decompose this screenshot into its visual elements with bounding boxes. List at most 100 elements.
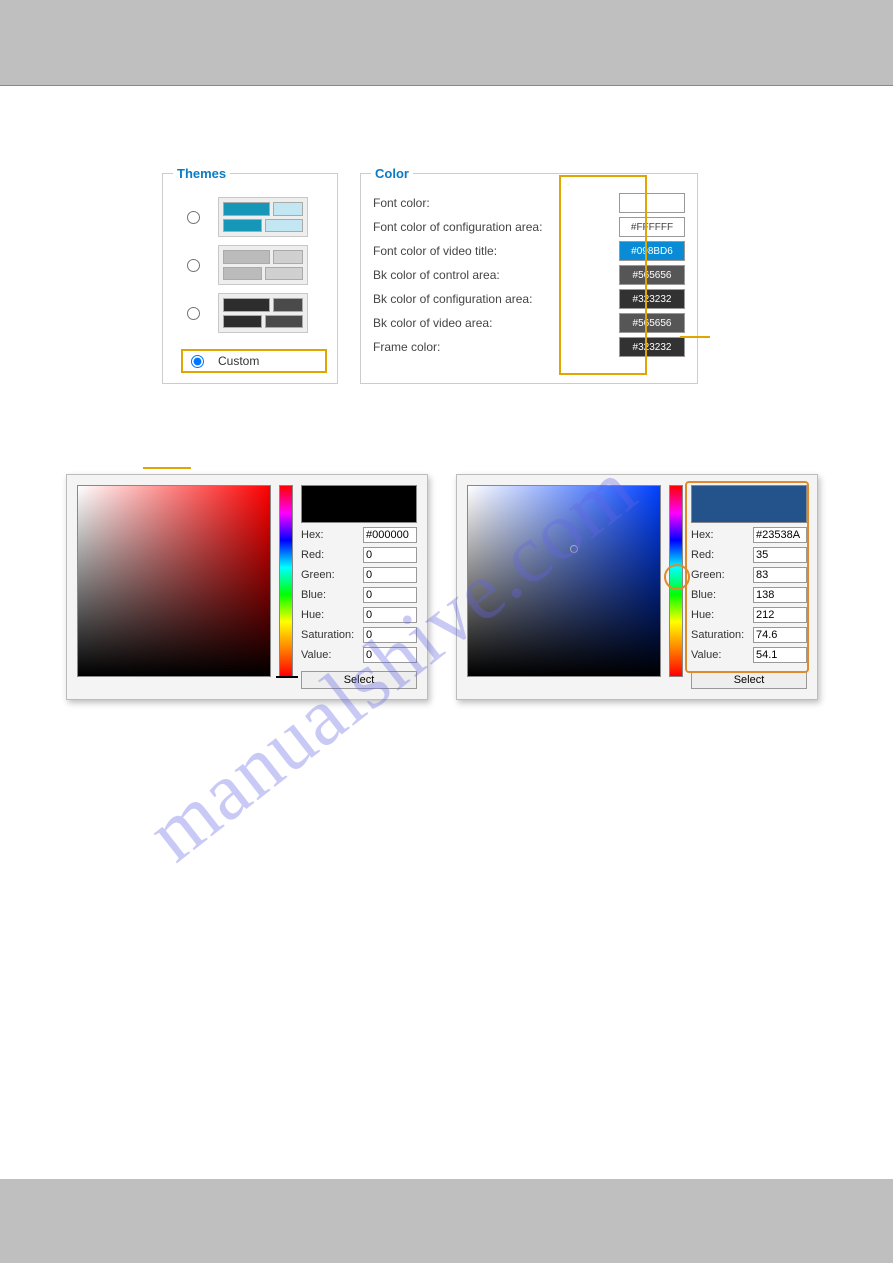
page-body: Themes <box>0 86 893 1179</box>
green-input[interactable] <box>753 567 807 583</box>
value-label: Value: <box>691 649 721 661</box>
color-row-bk-control: Bk color of control area: #565656 <box>371 265 687 285</box>
color-label: Bk color of configuration area: <box>373 292 532 306</box>
color-row-bk-config: Bk color of configuration area: #323232 <box>371 289 687 309</box>
green-label: Green: <box>301 569 335 581</box>
blue-input[interactable] <box>753 587 807 603</box>
saturation-input[interactable] <box>363 627 417 643</box>
color-row-font: Font color: <box>371 193 687 213</box>
color-label: Font color of video title: <box>373 244 497 258</box>
thumb-block <box>223 202 270 216</box>
color-row-font-config: Font color of configuration area: #FFFFF… <box>371 217 687 237</box>
theme-radio-blue[interactable] <box>187 211 200 224</box>
theme-option-dark[interactable] <box>187 293 327 333</box>
color-swatch[interactable]: #323232 <box>619 289 685 309</box>
preview-swatch <box>691 485 807 523</box>
page-footer-bar <box>0 1179 893 1263</box>
thumb-block <box>273 298 303 312</box>
color-swatch[interactable]: #098BD6 <box>619 241 685 261</box>
color-label: Font color of configuration area: <box>373 220 542 234</box>
color-picker-before: Hex: Red: Green: Blue: Hue: Saturation: … <box>66 474 428 700</box>
value-input[interactable] <box>753 647 807 663</box>
theme-thumb-blue <box>218 197 308 237</box>
color-row-font-video-title: Font color of video title: #098BD6 <box>371 241 687 261</box>
theme-radio-dark[interactable] <box>187 307 200 320</box>
red-input[interactable] <box>753 547 807 563</box>
thumb-block <box>265 267 304 281</box>
callout-line-right <box>680 336 710 338</box>
blue-label: Blue: <box>691 589 716 601</box>
themes-legend: Themes <box>173 166 230 181</box>
sv-canvas[interactable] <box>77 485 271 677</box>
hex-label: Hex: <box>301 529 324 541</box>
color-label: Frame color: <box>373 340 440 354</box>
preview-swatch <box>301 485 417 523</box>
color-row-frame: Frame color: #323232 <box>371 337 687 357</box>
thumb-block <box>273 250 303 264</box>
hex-input[interactable] <box>363 527 417 543</box>
sv-cursor-icon <box>78 668 86 676</box>
callout-line-left <box>143 467 191 469</box>
hue-input[interactable] <box>753 607 807 623</box>
red-label: Red: <box>301 549 324 561</box>
red-label: Red: <box>691 549 714 561</box>
theme-radio-grey[interactable] <box>187 259 200 272</box>
color-row-bk-video: Bk color of video area: #565656 <box>371 313 687 333</box>
picker-values: Hex: Red: Green: Blue: Hue: Saturation: … <box>301 485 417 689</box>
thumb-block <box>265 315 304 329</box>
hue-slider[interactable] <box>669 485 683 677</box>
theme-radio-custom[interactable] <box>191 355 204 368</box>
hue-input[interactable] <box>363 607 417 623</box>
color-picker-after: Hex: Red: Green: Blue: Hue: Saturation: … <box>456 474 818 700</box>
themes-panel: Themes <box>162 166 338 384</box>
saturation-input[interactable] <box>753 627 807 643</box>
sv-cursor-icon <box>570 545 578 553</box>
page-header-bar <box>0 0 893 77</box>
color-label: Font color: <box>373 196 430 210</box>
value-label: Value: <box>301 649 331 661</box>
color-swatch[interactable]: #565656 <box>619 265 685 285</box>
hex-label: Hex: <box>691 529 714 541</box>
thumb-block <box>223 298 270 312</box>
hue-slider[interactable] <box>279 485 293 677</box>
color-swatch[interactable]: #323232 <box>619 337 685 357</box>
saturation-label: Saturation: <box>301 629 354 641</box>
picker-values: Hex: Red: Green: Blue: Hue: Saturation: … <box>691 485 807 689</box>
color-swatch[interactable]: #FFFFFF <box>619 217 685 237</box>
thumb-block <box>223 315 262 329</box>
color-label: Bk color of video area: <box>373 316 492 330</box>
color-swatch[interactable] <box>619 193 685 213</box>
saturation-label: Saturation: <box>691 629 744 641</box>
value-input[interactable] <box>363 647 417 663</box>
hue-cursor-icon <box>276 676 298 678</box>
blue-input[interactable] <box>363 587 417 603</box>
theme-option-custom[interactable]: Custom <box>181 349 327 373</box>
theme-option-blue[interactable] <box>187 197 327 237</box>
hue-label: Hue: <box>691 609 714 621</box>
theme-thumb-grey <box>218 245 308 285</box>
color-pickers-row: Hex: Red: Green: Blue: Hue: Saturation: … <box>66 474 818 700</box>
thumb-block <box>223 267 262 281</box>
green-input[interactable] <box>363 567 417 583</box>
thumb-block <box>223 219 262 233</box>
color-label: Bk color of control area: <box>373 268 500 282</box>
color-swatch[interactable]: #565656 <box>619 313 685 333</box>
red-input[interactable] <box>363 547 417 563</box>
color-legend: Color <box>371 166 413 181</box>
select-button[interactable]: Select <box>691 671 807 689</box>
thumb-block <box>223 250 270 264</box>
custom-label: Custom <box>218 354 259 368</box>
green-label: Green: <box>691 569 725 581</box>
sv-canvas[interactable] <box>467 485 661 677</box>
thumb-block <box>265 219 304 233</box>
color-panel: Color Font color: Font color of configur… <box>360 166 698 384</box>
hue-label: Hue: <box>301 609 324 621</box>
theme-thumb-dark <box>218 293 308 333</box>
blue-label: Blue: <box>301 589 326 601</box>
theme-option-grey[interactable] <box>187 245 327 285</box>
hex-input[interactable] <box>753 527 807 543</box>
hue-cursor-ring-icon <box>664 564 690 590</box>
select-button[interactable]: Select <box>301 671 417 689</box>
thumb-block <box>273 202 303 216</box>
panels-row: Themes <box>162 166 698 384</box>
